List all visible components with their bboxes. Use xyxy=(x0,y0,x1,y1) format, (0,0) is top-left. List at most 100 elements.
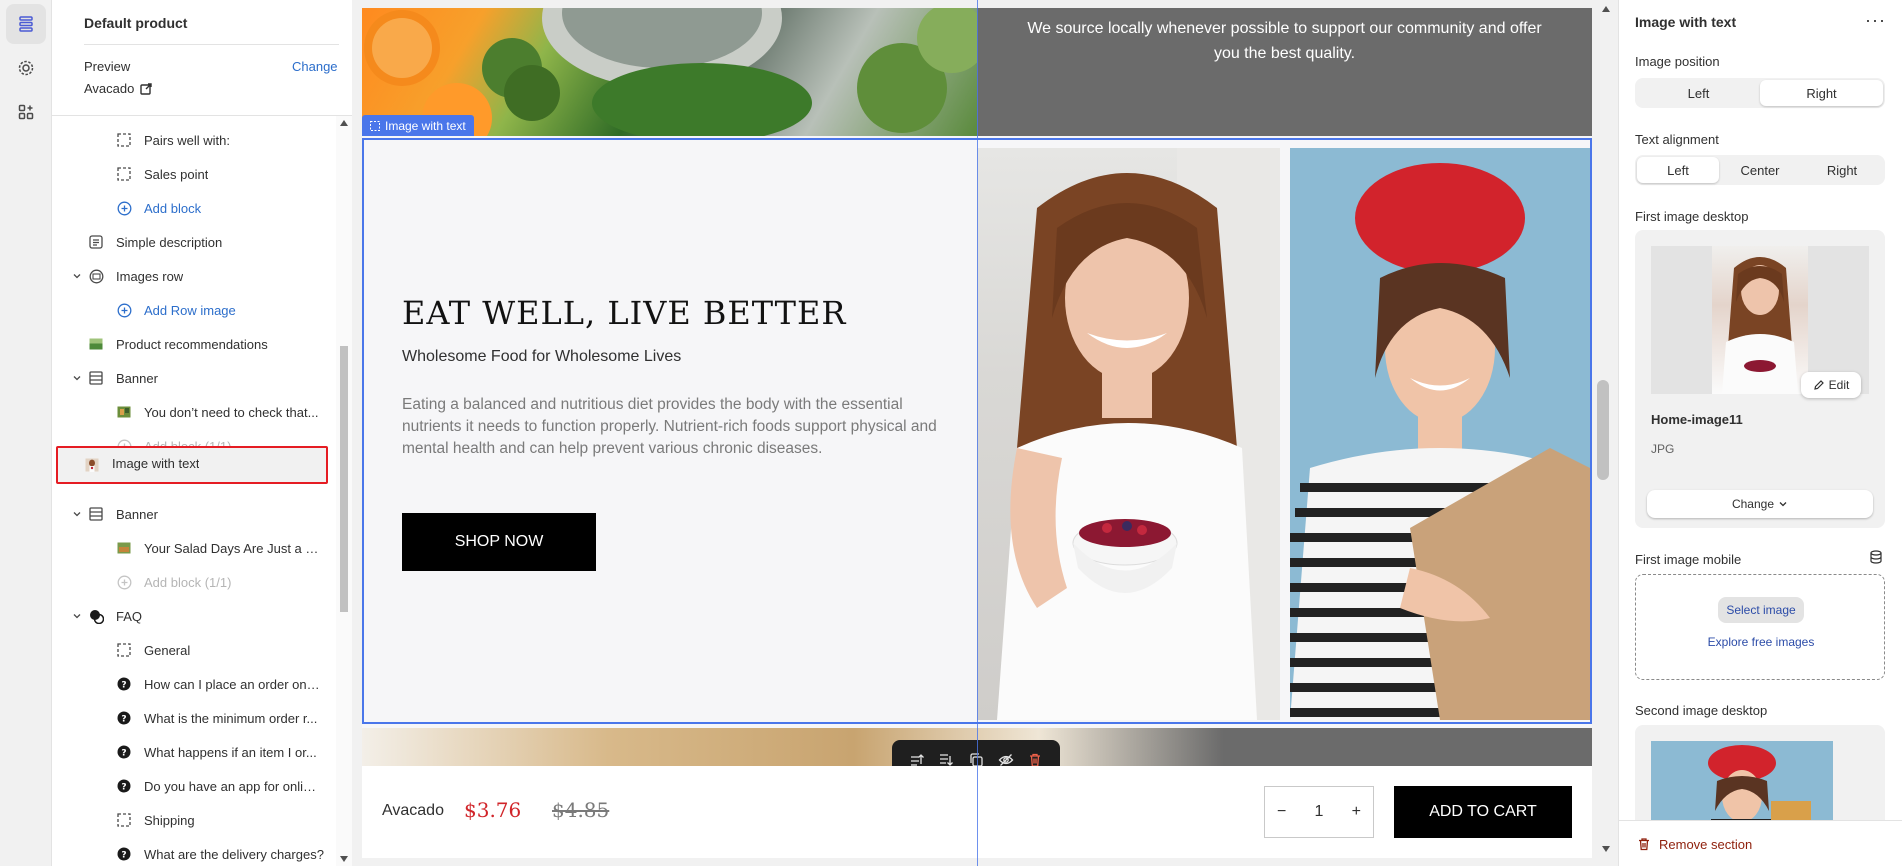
change-preview-link[interactable]: Change xyxy=(292,59,338,74)
sticky-compare-price: $4.85 xyxy=(552,798,610,822)
tree-item-shipping[interactable]: Shipping xyxy=(56,803,332,837)
chevron-down-icon[interactable] xyxy=(72,373,82,383)
image-position-right[interactable]: Right xyxy=(1760,80,1883,106)
tree-item-question[interactable]: ? What are the delivery charges? xyxy=(56,837,332,866)
image-position-toggle: Left Right xyxy=(1635,78,1885,108)
remove-section-bar: Remove section xyxy=(1619,820,1902,866)
text-alignment-label: Text alignment xyxy=(1635,132,1719,147)
banner-icon xyxy=(88,506,104,522)
center-guide-line xyxy=(977,0,978,866)
block-icon xyxy=(116,166,132,182)
apps-icon[interactable] xyxy=(6,92,46,132)
tree-item-banner-slide-2[interactable]: Your Salad Days Are Just a Vi... xyxy=(56,531,332,565)
faq-icon xyxy=(88,608,104,624)
section-icon xyxy=(370,120,380,131)
chevron-down-icon[interactable] xyxy=(72,611,82,621)
quantity-decrease-button[interactable]: − xyxy=(1277,803,1286,821)
first-image xyxy=(977,148,1280,720)
trash-icon xyxy=(1639,838,1649,851)
second-image-desktop-label: Second image desktop xyxy=(1635,703,1768,718)
section-badge-label: Image with text xyxy=(385,118,466,133)
template-title[interactable]: Default product xyxy=(84,15,187,31)
quantity-stepper: − 1 + xyxy=(1264,786,1374,838)
block-icon xyxy=(116,642,132,658)
text-icon xyxy=(88,234,104,250)
tree-item-question[interactable]: ? Do you have an app for onlin... xyxy=(56,769,332,803)
section-tree-panel: Default product Preview Change Avacado P… xyxy=(52,0,352,866)
tree-header: Default product Preview Change Avacado xyxy=(52,0,352,116)
quantity-increase-button[interactable]: + xyxy=(1352,803,1361,821)
tree-item-sales-point[interactable]: Sales point xyxy=(56,157,332,191)
icon-rail xyxy=(0,0,52,866)
change-image-button[interactable]: Change xyxy=(1647,490,1873,518)
section-badge[interactable]: Image with text xyxy=(362,115,474,136)
chevron-down-icon[interactable] xyxy=(72,509,82,519)
canvas-scrollbar-thumb[interactable] xyxy=(1597,380,1609,480)
dynamic-source-icon[interactable] xyxy=(1869,550,1883,564)
first-image-desktop-card: Edit Home-image11 JPG Change xyxy=(1635,230,1885,528)
edit-image-label: Edit xyxy=(1828,378,1850,392)
explore-free-images-link[interactable]: Explore free images xyxy=(1636,635,1886,649)
sticky-price: $3.76 xyxy=(464,798,522,822)
question-icon: ? xyxy=(116,710,132,726)
scroll-down-icon[interactable] xyxy=(340,856,348,862)
banner-icon xyxy=(88,370,104,386)
image-icon xyxy=(84,457,100,473)
block-icon xyxy=(116,812,132,828)
image-thumbnail[interactable] xyxy=(1712,246,1808,394)
question-icon: ? xyxy=(116,744,132,760)
banner-text-panel: We source locally whenever possible to s… xyxy=(977,8,1592,136)
tree-item-question[interactable]: ? How can I place an order on ... xyxy=(56,667,332,701)
add-circle-icon xyxy=(116,200,132,216)
tree-item-question[interactable]: ? What happens if an item I or... xyxy=(56,735,332,769)
text-align-center[interactable]: Center xyxy=(1719,157,1801,183)
select-image-button[interactable]: Select image xyxy=(1718,597,1804,623)
scroll-up-icon[interactable] xyxy=(340,120,348,126)
image-thumbnail-frame: Edit xyxy=(1651,246,1869,398)
quantity-value[interactable]: 1 xyxy=(1315,803,1324,821)
tree-item-banner-slide[interactable]: You don’t need to check that... xyxy=(56,395,332,429)
tree-item-simple-description[interactable]: Simple description xyxy=(56,225,332,259)
tree-scrollbar-thumb[interactable] xyxy=(340,346,348,612)
image-icon xyxy=(116,404,132,420)
text-align-right[interactable]: Right xyxy=(1801,157,1883,183)
tree-add-row-image[interactable]: Add Row image xyxy=(56,293,332,327)
chevron-down-icon[interactable] xyxy=(72,271,82,281)
tree-item-images-row[interactable]: Images row xyxy=(56,259,332,293)
second-image-desktop-card xyxy=(1635,725,1885,825)
image-position-left[interactable]: Left xyxy=(1637,80,1760,106)
tree-item-pairs-well[interactable]: Pairs well with: xyxy=(56,123,332,157)
banner-text: We source locally whenever possible to s… xyxy=(1027,20,1542,62)
preview-product-name: Avacado xyxy=(84,81,135,96)
sections-icon[interactable] xyxy=(6,4,46,44)
tree-item-banner-2[interactable]: Banner xyxy=(56,497,332,531)
section-heading: EAT WELL, LIVE BETTER xyxy=(402,294,847,332)
settings-gear-icon[interactable] xyxy=(6,48,46,88)
scroll-down-icon[interactable] xyxy=(1602,846,1610,852)
first-image-desktop-label: First image desktop xyxy=(1635,209,1749,224)
image-icon xyxy=(88,336,104,352)
tree-item-question[interactable]: ? What is the minimum order r... xyxy=(56,701,332,735)
second-image-thumbnail[interactable] xyxy=(1651,741,1833,825)
sticky-product-name: Avacado xyxy=(382,802,444,819)
tree-item-banner[interactable]: Banner xyxy=(56,361,332,395)
remove-section-button[interactable]: Remove section xyxy=(1659,837,1752,852)
preview-product[interactable]: Avacado xyxy=(84,81,153,96)
more-actions-icon[interactable]: ··· xyxy=(1865,10,1886,31)
tree-item-general[interactable]: General xyxy=(56,633,332,667)
edit-image-button[interactable]: Edit xyxy=(1801,372,1861,398)
tree-item-product-recommendations[interactable]: Product recommendations xyxy=(56,327,332,361)
shop-now-button[interactable]: SHOP NOW xyxy=(402,513,596,571)
scroll-up-icon[interactable] xyxy=(1602,6,1610,12)
tree-item-faq[interactable]: FAQ xyxy=(56,599,332,633)
tree-add-block-disabled: Add block (1/1) xyxy=(56,565,332,599)
theme-editor: Default product Preview Change Avacado P… xyxy=(0,0,1902,866)
text-align-left[interactable]: Left xyxy=(1637,157,1719,183)
tree-add-block[interactable]: Add block xyxy=(56,191,332,225)
image-filename: Home-image11 xyxy=(1651,412,1743,427)
question-icon: ? xyxy=(116,846,132,862)
settings-title: Image with text xyxy=(1635,14,1737,30)
images-icon xyxy=(88,268,104,284)
tree-item-image-with-text[interactable]: Image with text xyxy=(56,446,328,484)
add-to-cart-button[interactable]: ADD TO CART xyxy=(1394,786,1572,838)
